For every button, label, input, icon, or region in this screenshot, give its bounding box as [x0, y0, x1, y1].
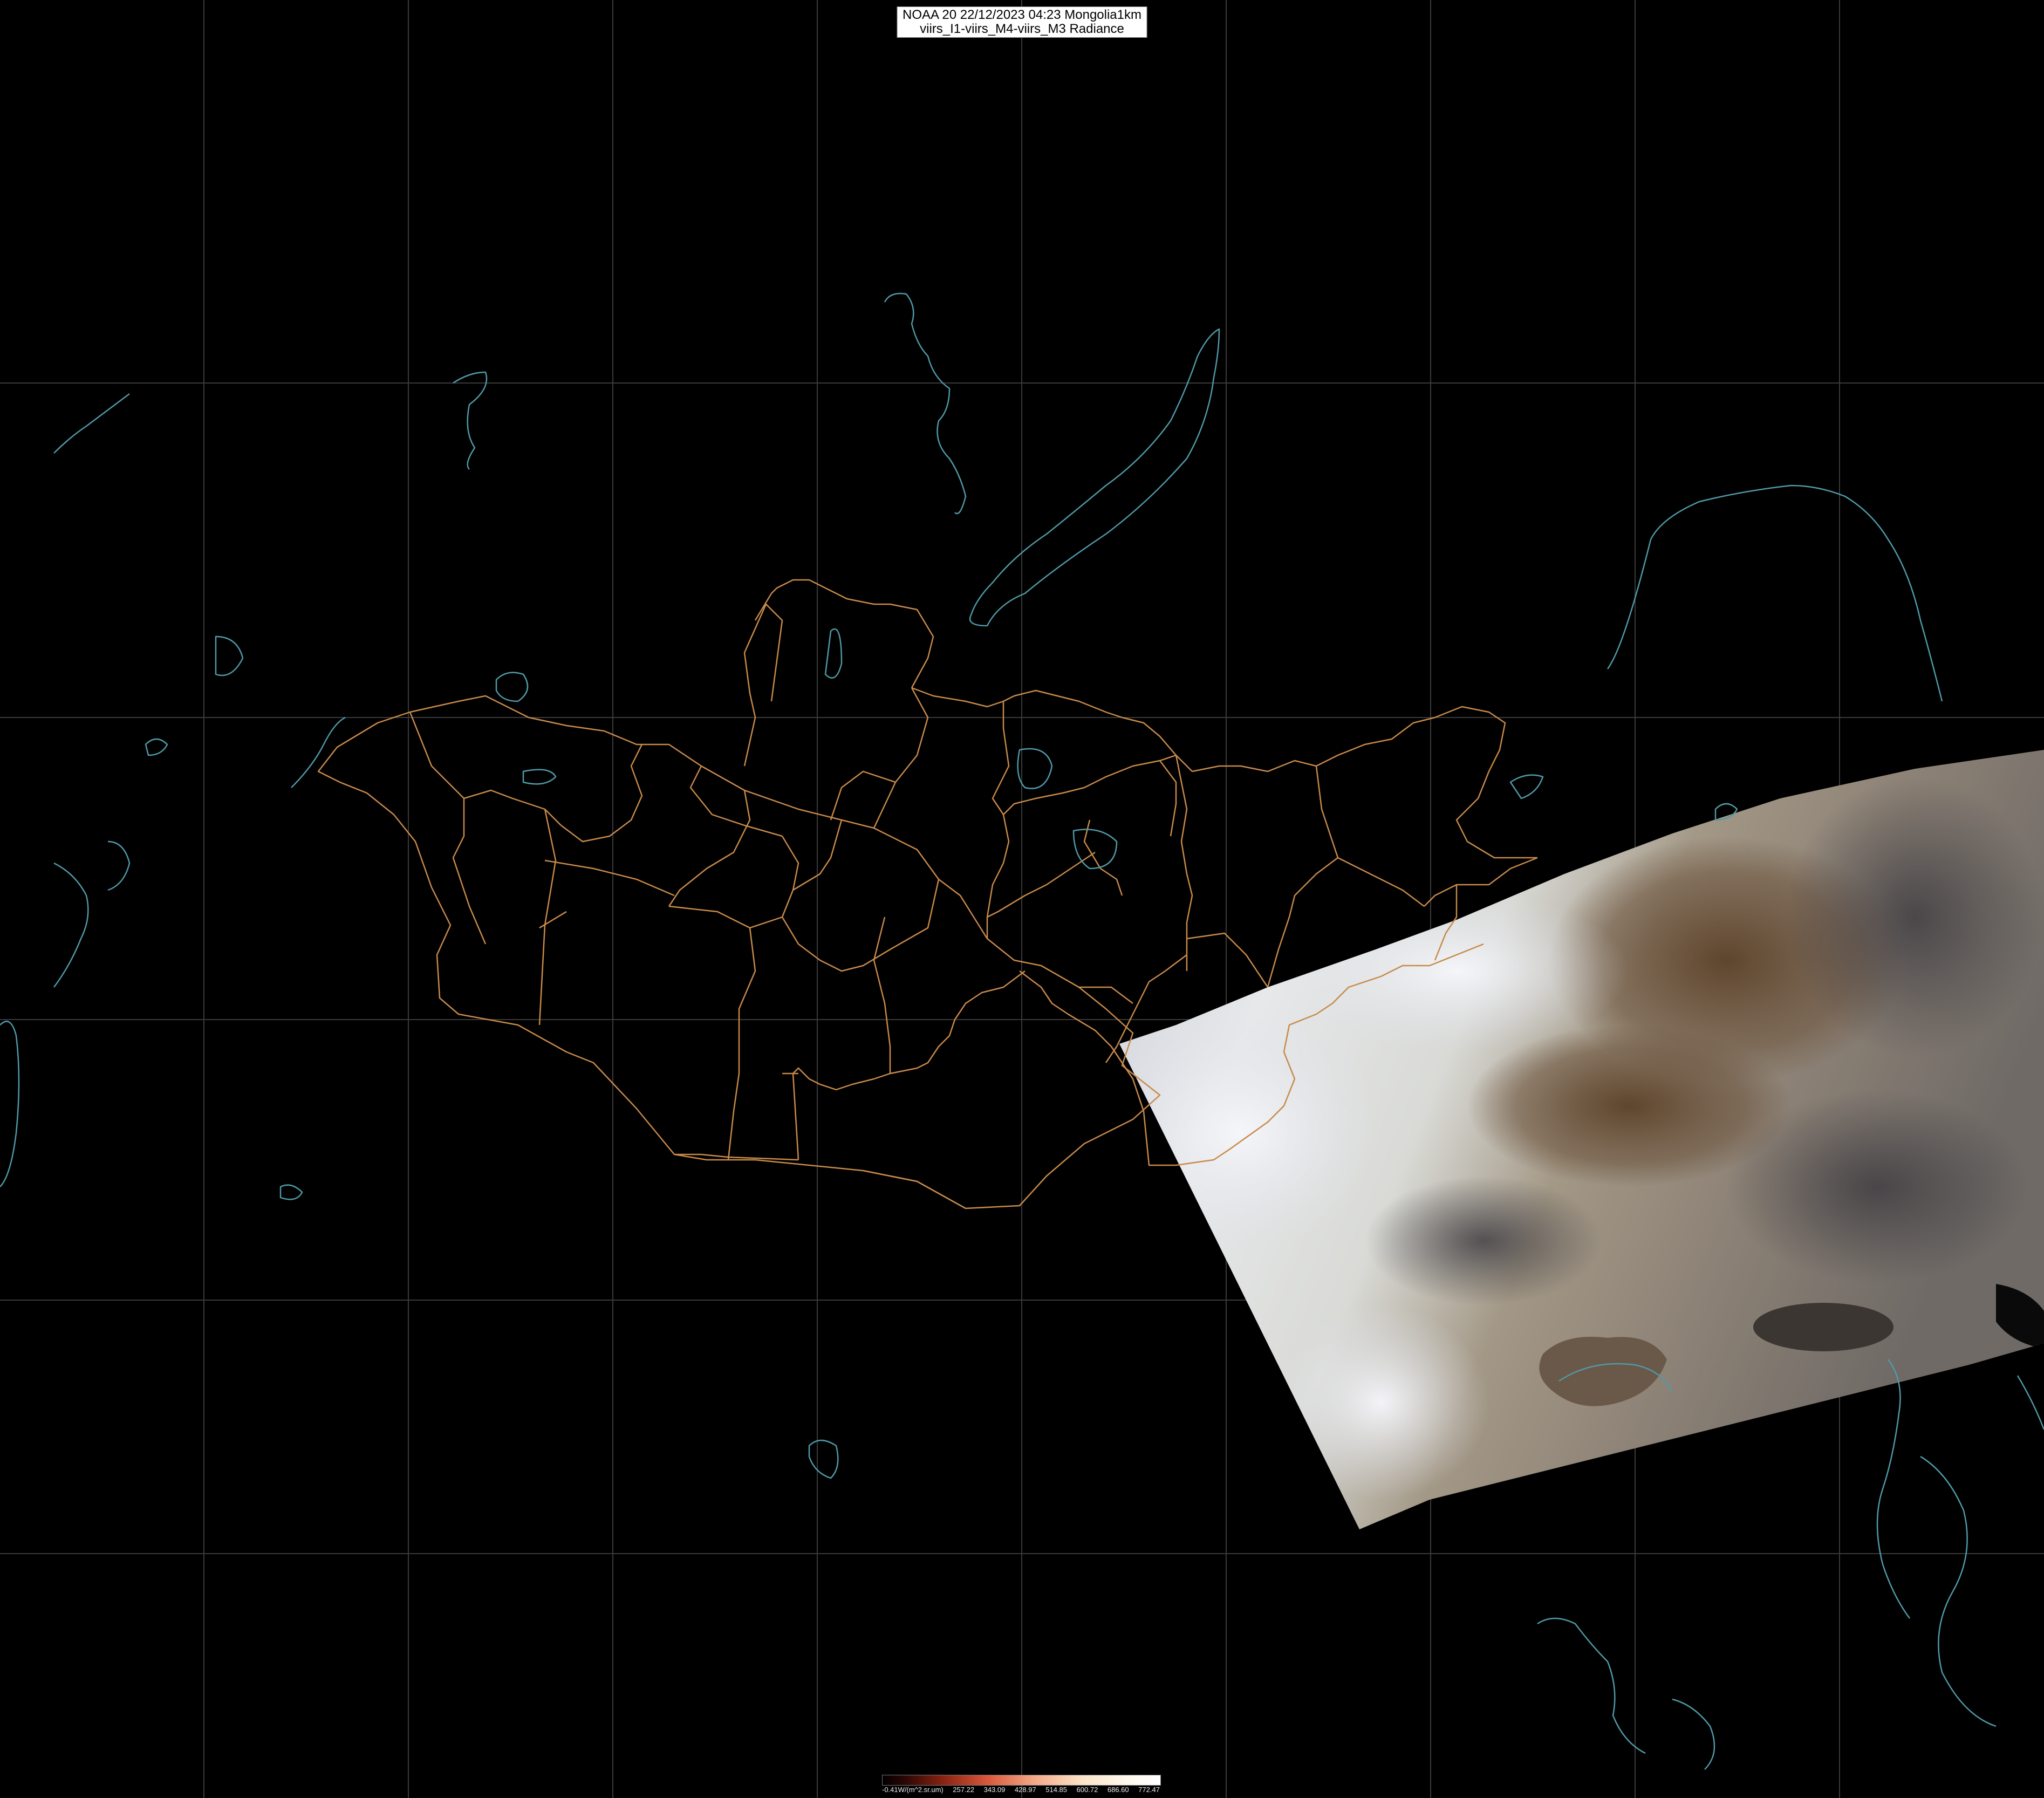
colorbar-tick: 772.47 — [1138, 1786, 1160, 1794]
map-title-line-2: viirs_I1-viirs_M4-viirs_M3 Radiance — [920, 22, 1124, 36]
map-title-box: NOAA 20 22/12/2023 04:23 Mongolia1km vii… — [897, 6, 1147, 38]
colorbar-tick: 428.97 — [1014, 1786, 1036, 1794]
colorbar-legend: -0.41W/(m^2.sr.um) 257.22 343.09 428.97 … — [882, 1775, 1161, 1796]
colorbar-tick: -0.41W/(m^2.sr.um) — [882, 1786, 944, 1794]
satellite-swath — [1119, 750, 2044, 1529]
satellite-map — [0, 0, 2044, 1798]
colorbar-tick: 600.72 — [1076, 1786, 1098, 1794]
colorbar-tick: 257.22 — [953, 1786, 975, 1794]
colorbar-tick: 343.09 — [983, 1786, 1006, 1794]
colorbar-tick: 686.60 — [1107, 1786, 1129, 1794]
map-title-line-1: NOAA 20 22/12/2023 04:23 Mongolia1km — [903, 8, 1141, 22]
colorbar-gradient — [882, 1775, 1161, 1786]
colorbar-ticks: -0.41W/(m^2.sr.um) 257.22 343.09 428.97 … — [882, 1786, 1160, 1795]
colorbar-tick: 514.85 — [1045, 1786, 1067, 1794]
